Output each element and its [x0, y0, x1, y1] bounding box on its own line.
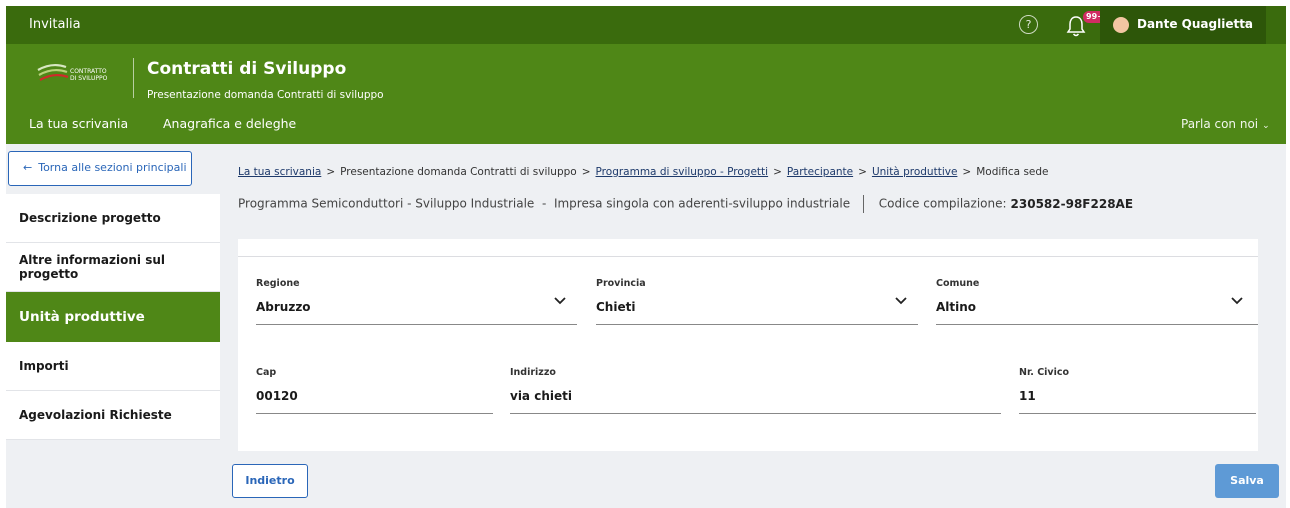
card-divider — [238, 256, 1258, 257]
sidebar-item-agevolazioni[interactable]: Agevolazioni Richieste — [6, 391, 220, 440]
chevron-down-icon — [554, 297, 566, 305]
indirizzo-field[interactable]: Indirizzo via chieti — [510, 367, 1001, 414]
regione-label: Regione — [256, 278, 300, 289]
chevron-down-icon — [895, 297, 907, 305]
contratto-logo[interactable]: CONTRATTO DI SVILUPPO — [36, 58, 126, 92]
civico-label: Nr. Civico — [1019, 367, 1070, 378]
app-title: Contratti di Sviluppo — [147, 59, 347, 79]
app-frame: Invitalia ? 99+ Dante Quaglietta ⌄ CONTR… — [6, 6, 1286, 508]
program-type: Impresa singola con aderenti-sviluppo in… — [553, 196, 851, 211]
sidebar-item-label: Importi — [19, 359, 69, 373]
help-icon[interactable]: ? — [1019, 15, 1038, 34]
provincia-value: Chieti — [596, 300, 636, 314]
breadcrumb-separator: > — [858, 166, 867, 178]
provincia-label: Provincia — [596, 278, 646, 289]
sidebar: Descrizione progetto Altre informazioni … — [6, 194, 220, 440]
breadcrumb-item[interactable]: Programma di sviluppo - Progetti — [596, 166, 769, 178]
indirizzo-label: Indirizzo — [510, 367, 556, 378]
breadcrumb-item[interactable]: Partecipante — [787, 166, 853, 178]
back-to-sections-label: Torna alle sezioni principali — [38, 161, 187, 174]
program-info: Programma Semiconduttori - Sviluppo Indu… — [238, 195, 1133, 213]
sidebar-item-altre-informazioni[interactable]: Altre informazioni sul progetto — [6, 243, 220, 292]
sidebar-item-descrizione[interactable]: Descrizione progetto — [6, 194, 220, 243]
app-header: CONTRATTO DI SVILUPPO Contratti di Svilu… — [6, 44, 1286, 144]
program-name: Programma Semiconduttori - Sviluppo Indu… — [238, 196, 535, 211]
regione-underline — [256, 324, 577, 325]
sidebar-item-label: Descrizione progetto — [19, 211, 161, 225]
breadcrumb-separator: > — [962, 166, 972, 178]
indirizzo-value: via chieti — [510, 389, 572, 403]
sidebar-item-label: Altre informazioni sul progetto — [19, 253, 165, 281]
civico-value: 11 — [1019, 389, 1036, 403]
comune-underline — [936, 324, 1258, 325]
user-menu[interactable]: Dante Quaglietta ⌄ — [1100, 6, 1266, 44]
info-divider — [862, 195, 864, 213]
code-value: 230582-98F228AE — [1010, 196, 1134, 211]
civico-field[interactable]: Nr. Civico 11 — [1019, 367, 1256, 414]
back-to-sections-button[interactable]: ← Torna alle sezioni principali — [8, 151, 192, 186]
breadcrumb-separator: > — [326, 166, 336, 178]
sidebar-item-label: Unità produttive — [19, 309, 145, 325]
breadcrumb-separator: > — [773, 166, 782, 178]
avatar — [1113, 17, 1129, 33]
parla-con-noi-menu[interactable]: Parla con noi ⌄ — [1181, 117, 1270, 131]
chevron-down-icon: ⌄ — [1262, 121, 1270, 131]
comune-select[interactable]: Comune Altino — [936, 278, 1258, 325]
civico-underline — [1019, 413, 1256, 414]
salva-button[interactable]: Salva — [1215, 464, 1279, 498]
top-bar: Invitalia ? 99+ Dante Quaglietta ⌄ — [6, 6, 1286, 44]
logo-text-1: CONTRATTO — [70, 68, 107, 75]
breadcrumb-item: Modifica sede — [976, 166, 1049, 178]
nav-anagrafica-deleghe[interactable]: Anagrafica e deleghe — [163, 116, 296, 131]
regione-select[interactable]: Regione Abruzzo — [256, 278, 577, 325]
brand-label[interactable]: Invitalia — [29, 17, 81, 32]
sidebar-item-unita-produttive[interactable]: Unità produttive — [6, 292, 220, 342]
info-dash: - — [538, 196, 551, 211]
breadcrumb-item: Presentazione domanda Contratti di svilu… — [340, 166, 577, 178]
cap-value: 00120 — [256, 389, 298, 403]
provincia-underline — [596, 324, 918, 325]
sidebar-item-importi[interactable]: Importi — [6, 342, 220, 391]
nav-la-tua-scrivania[interactable]: La tua scrivania — [29, 116, 128, 131]
breadcrumb-item[interactable]: Unità produttive — [872, 166, 957, 178]
breadcrumb-item[interactable]: La tua scrivania — [238, 166, 321, 178]
app-subtitle: Presentazione domanda Contratti di svilu… — [147, 89, 384, 101]
chevron-down-icon — [1231, 297, 1243, 305]
breadcrumb-separator: > — [581, 166, 591, 178]
cap-label: Cap — [256, 367, 277, 378]
header-divider — [133, 58, 134, 98]
cap-field[interactable]: Cap 00120 — [256, 367, 493, 414]
sidebar-item-label: Agevolazioni Richieste — [19, 408, 172, 422]
parla-con-noi-label: Parla con noi — [1181, 117, 1259, 131]
user-name: Dante Quaglietta — [1137, 17, 1254, 31]
comune-value: Altino — [936, 300, 977, 314]
chevron-down-icon: ⌄ — [1243, 17, 1251, 27]
sede-form-card: Regione Abruzzo Provincia Chieti Comune … — [238, 239, 1258, 451]
logo-text-2: DI SVILUPPO — [70, 75, 108, 82]
provincia-select[interactable]: Provincia Chieti — [596, 278, 918, 325]
breadcrumb: La tua scrivania > Presentazione domanda C… — [238, 166, 1049, 178]
cap-underline — [256, 413, 493, 414]
indietro-button[interactable]: Indietro — [232, 464, 308, 498]
comune-label: Comune — [936, 278, 980, 289]
indirizzo-underline — [510, 413, 1001, 414]
code-label: Codice compilazione: — [878, 196, 1007, 211]
regione-value: Abruzzo — [256, 300, 311, 314]
arrow-left-icon: ← — [23, 161, 33, 174]
